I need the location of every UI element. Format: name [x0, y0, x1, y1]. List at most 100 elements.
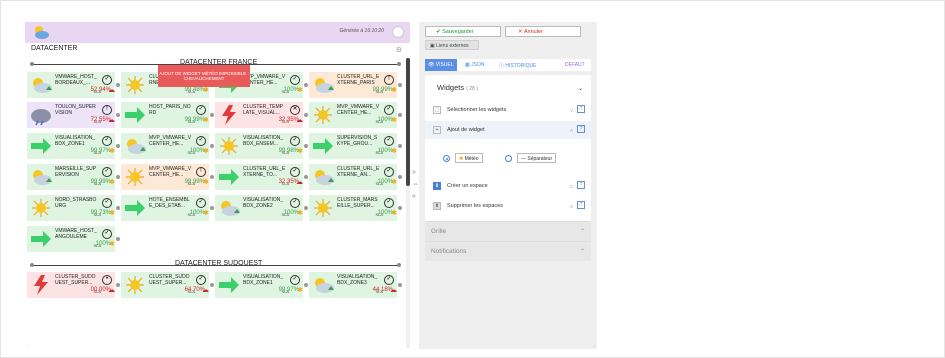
tile-handle[interactable]	[210, 175, 214, 179]
tile-handle[interactable]	[210, 283, 214, 287]
tile-handle[interactable]	[304, 283, 308, 287]
tile-handle[interactable]	[398, 206, 402, 210]
weather-tile[interactable]: VISUALISATION_ BDX_ZONE1 ✓ SLA 99.97% ✱	[215, 272, 308, 298]
radio-meteo[interactable]	[443, 155, 450, 162]
separateur-chip[interactable]: — Séparateur	[517, 153, 557, 163]
weather-tile[interactable]: CLUSTER_MARS EILLE_SUPER... ✓ SLA 100% ✱	[309, 195, 402, 221]
weather-tile[interactable]: VISUALISATION_ BDX_ZONE1 ✓ SLA 99.97% ✱	[27, 133, 120, 159]
weather-icon	[311, 135, 335, 157]
separator-handle[interactable]	[30, 263, 34, 267]
tile-handle[interactable]	[398, 283, 402, 287]
gear-icon[interactable]: ⚙	[396, 46, 402, 54]
item-label: Ajout de widget	[447, 127, 485, 133]
sun-icon: ✱	[109, 148, 115, 155]
meteo-chip[interactable]: ✱ Météo	[455, 153, 483, 163]
tab-json[interactable]: ▦ JSON	[465, 62, 484, 68]
chevron-down-icon[interactable]: ⌄	[578, 85, 583, 92]
weather-logo-icon	[35, 26, 49, 39]
tile-handle[interactable]	[304, 113, 308, 117]
grid-panel-header[interactable]: Grille ⌃	[425, 221, 591, 241]
storm-cloud-icon: ☁	[202, 287, 209, 294]
tile-handle[interactable]	[304, 144, 308, 148]
weather-icon	[123, 197, 147, 219]
tile-handle[interactable]	[116, 144, 120, 148]
weather-tile[interactable]: CLUSTER_SUDO UEST_SUPER... ✓ SLA 64.70% ☁	[121, 272, 214, 298]
add-widget-item[interactable]: + Ajout de widget A ?	[433, 125, 585, 137]
weather-tile[interactable]: MVP_VMWARE_V CENTER_HE... ✓ SLA 100% ✱	[309, 102, 402, 128]
tile-handle[interactable]	[116, 175, 120, 179]
storm-cloud-icon: ☁	[390, 287, 397, 294]
select-widgets-item[interactable]: ⬚ Sélectionner les widgets V ?	[433, 105, 585, 117]
tab-defaut[interactable]: DÉFAUT	[565, 62, 585, 68]
tile-name: CLUSTER_SUDO UEST_SUPER...	[149, 274, 190, 286]
notifications-panel-header[interactable]: Notifications ⌃	[425, 241, 591, 261]
separator-handle[interactable]	[397, 263, 401, 267]
tab-historique[interactable]: ⓘ HISTORIQUE	[499, 62, 536, 69]
help-icon[interactable]: ?	[577, 105, 585, 113]
tab-visuel[interactable]: 👁 VISUEL	[425, 59, 457, 71]
weather-tile[interactable]: VMWARE_HOST_ ANGOULEME ✓ SLA 100% ✱	[27, 226, 120, 252]
status-icon: ✓	[102, 198, 112, 208]
weather-tile[interactable]: HOST_PARIS_NO RD ✓ SLA 99.99% ✱	[121, 102, 214, 128]
separator-handle[interactable]	[397, 62, 401, 66]
weather-tile[interactable]: TOULON_SUPER VISION! SLA 72.55% ☁	[27, 102, 120, 128]
tile-name: MVP_VMWARE_V CENTER_HE...	[149, 135, 192, 147]
weather-icon	[217, 166, 241, 188]
weather-tile[interactable]: CLUSTER_URL_E XTERNE_PARIS! SLA 99.99% ✱	[309, 72, 402, 98]
resize-handle[interactable]: ⌟	[593, 342, 595, 348]
weather-tile[interactable]: VMWARE_HOST_ BORDEAUX_... ✓ SLA 52.94% ☁	[27, 72, 120, 98]
weather-tile[interactable]: VISUALISATION_ BDX_ZONE3 ✓ SLA 44.18% ☁	[309, 272, 402, 298]
status-icon: ✓	[290, 75, 300, 85]
tile-handle[interactable]	[398, 83, 402, 87]
trash-icon: ⬆	[433, 202, 441, 210]
weather-tile[interactable]: CLUSTER_TEMP LATE_VISUAL... ✕ SLA 32.35% ☁	[215, 102, 308, 128]
tile-handle[interactable]	[304, 206, 308, 210]
tile-handle[interactable]	[116, 206, 120, 210]
collapse-left-icon[interactable]: «	[412, 193, 416, 200]
separator-handle[interactable]	[30, 62, 34, 66]
delete-spaces-item[interactable]: ⬆ Supprimer les espaces S ?	[433, 201, 585, 213]
help-icon[interactable]: ?	[577, 201, 585, 209]
radio-separateur[interactable]	[505, 155, 512, 162]
tile-handle[interactable]	[398, 113, 402, 117]
weather-tile[interactable]: MARSEILLE_SUP ERVISION ✓ SLA 99.99% ✱	[27, 164, 120, 190]
cancel-button[interactable]: ✕ Annuler	[505, 26, 581, 37]
help-icon[interactable]: ?	[577, 181, 585, 189]
sun-icon: ✱	[297, 87, 303, 94]
sun-icon: ✱	[391, 117, 397, 124]
weather-tile[interactable]: CLUSTER_SUDO UEST_SUPER... • SLA 00.00% ☁	[27, 272, 120, 298]
tile-handle[interactable]	[210, 144, 214, 148]
tile-handle[interactable]	[116, 113, 120, 117]
tile-handle[interactable]	[304, 83, 308, 87]
help-icon[interactable]: ?	[577, 125, 585, 133]
tile-name: VISUALISATION_ BDX_ZONE1	[243, 274, 284, 286]
status-icon: ✓	[290, 167, 300, 177]
tile-handle[interactable]	[116, 237, 120, 241]
weather-tile[interactable]: CLUSTER_URL_E XTERNE_TO... ✓ SLA 32.35% ☁	[215, 164, 308, 190]
mode-toggle[interactable]	[392, 26, 404, 38]
weather-tile[interactable]: VISUALISATION_ BDX_ENSEM... ✓ SLA 99.98% ✱	[215, 133, 308, 159]
tile-handle[interactable]	[398, 175, 402, 179]
weather-tile[interactable]: HOTE_ENSEMBL E_DES_ETAB... ✓ SLA 100% ✱	[121, 195, 214, 221]
tile-handle[interactable]	[116, 283, 120, 287]
external-links-button[interactable]: ▣ Liens externes	[425, 40, 479, 50]
resize-handle[interactable]: ·	[27, 342, 29, 348]
weather-tile[interactable]: SUPERVISION_S KYPE_GROU... ✓ SLA 100% ✱	[309, 133, 402, 159]
tile-handle[interactable]	[210, 113, 214, 117]
weather-icon	[311, 274, 335, 296]
weather-tile[interactable]: MVP_VMWARE_V CENTER_HE...! SLA 99.99% ✱	[121, 164, 214, 190]
resize-horizontal-icon[interactable]: ⇔	[412, 181, 419, 188]
create-space-item[interactable]: ⬇ Créer un espace C ?	[433, 181, 585, 193]
tile-handle[interactable]	[210, 206, 214, 210]
tile-handle[interactable]	[116, 83, 120, 87]
scrollbar-thumb[interactable]	[406, 58, 410, 186]
weather-tile[interactable]: CLUSTER_URL_E XTERNE_AN... ✓ SLA 100% ✱	[309, 164, 402, 190]
weather-tile[interactable]: NORD_STRASBO URG ✓ SLA 99.73% ✱	[27, 195, 120, 221]
eye-icon: 👁	[428, 62, 435, 68]
weather-tile[interactable]: VISUALISATION_ BDX_ZONE2 ✓ SLA 100% ✱	[215, 195, 308, 221]
weather-tile[interactable]: MVP_VMWARE_V CENTER_HE... ✓ SLA 100% ✱	[121, 133, 214, 159]
save-button[interactable]: ✔ Sauvegarder	[425, 26, 501, 37]
collapse-right-icon[interactable]: »	[412, 169, 416, 176]
tile-handle[interactable]	[398, 144, 402, 148]
tile-handle[interactable]	[304, 175, 308, 179]
